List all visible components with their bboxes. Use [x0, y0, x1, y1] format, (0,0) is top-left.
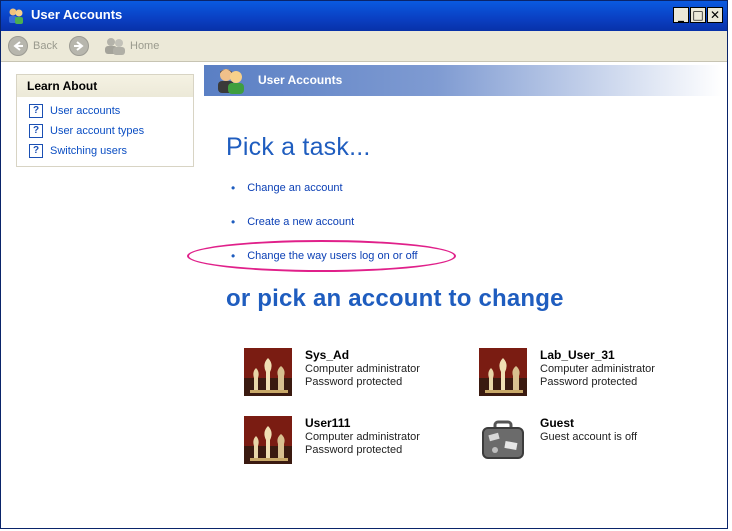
account-type: Computer administrator [305, 363, 420, 375]
back-button[interactable]: Back [8, 35, 57, 57]
back-label: Back [33, 40, 58, 52]
account-user111[interactable]: User111 Computer administrator Password … [244, 416, 420, 464]
learn-about-heading: Learn About [17, 75, 193, 97]
account-status: Guest account is off [540, 431, 638, 443]
help-question-icon: ? [29, 104, 43, 118]
learn-item-user-accounts[interactable]: ? User accounts [29, 104, 120, 118]
maximize-button[interactable]: □ [690, 7, 706, 23]
back-arrow-icon [8, 36, 28, 56]
header-banner: User Accounts [204, 65, 722, 96]
learn-about-panel: Learn About ? User accounts ? User accou… [16, 74, 194, 167]
user-accounts-icon [9, 8, 23, 24]
account-sys-ad[interactable]: Sys_Ad Computer administrator Password p… [244, 348, 420, 396]
bullet-icon: • [231, 215, 236, 229]
bullet-icon: • [231, 181, 236, 195]
user-accounts-banner-icon [218, 69, 244, 94]
home-label: Home [130, 40, 160, 52]
account-lab-user-31[interactable]: Lab_User_31 Computer administrator Passw… [479, 348, 655, 396]
task-label: Create a new account [247, 216, 355, 228]
user-accounts-window: User Accounts _ □ ✕ Back Home Learn Abou… [0, 0, 728, 529]
forward-arrow-icon [69, 36, 89, 56]
learn-item-label: User account types [50, 125, 145, 137]
content-area: Learn About ? User accounts ? User accou… [1, 62, 727, 528]
banner-title: User Accounts [258, 73, 343, 87]
account-name: Lab_User_31 [540, 348, 615, 362]
home-button[interactable]: Home [104, 35, 159, 57]
task-create-account[interactable]: • Create a new account [231, 215, 354, 229]
account-password-status: Password protected [540, 376, 638, 388]
account-name: Guest [540, 416, 575, 430]
navigation-toolbar: Back Home [1, 31, 727, 62]
learn-item-switching-users[interactable]: ? Switching users [29, 144, 127, 158]
account-guest[interactable]: Guest Guest account is off [479, 416, 637, 464]
pick-task-heading: Pick a task... [226, 133, 371, 161]
highlight-ellipse [187, 240, 456, 272]
close-button[interactable]: ✕ [707, 7, 723, 23]
title-bar[interactable]: User Accounts _ □ ✕ [1, 1, 727, 31]
learn-item-label: Switching users [50, 145, 128, 157]
right-edge [728, 0, 732, 531]
home-users-icon [105, 38, 125, 55]
minimize-button[interactable]: _ [673, 7, 689, 23]
account-name: User111 [305, 416, 351, 430]
forward-button[interactable] [69, 35, 94, 57]
suitcase-icon [482, 420, 524, 459]
pick-account-heading: or pick an account to change [226, 285, 564, 312]
help-question-icon: ? [29, 144, 43, 158]
chess-icon [244, 348, 292, 396]
learn-item-user-account-types[interactable]: ? User account types [29, 124, 144, 138]
chess-icon [244, 416, 292, 464]
learn-item-label: User accounts [50, 105, 121, 117]
task-change-account[interactable]: • Change an account [231, 181, 343, 195]
account-type: Computer administrator [305, 431, 420, 443]
task-label: Change an account [247, 182, 343, 194]
account-name: Sys_Ad [305, 348, 350, 362]
account-password-status: Password protected [305, 376, 403, 388]
chess-icon [479, 348, 527, 396]
window-title: User Accounts [31, 7, 123, 22]
help-question-icon: ? [29, 124, 43, 138]
account-type: Computer administrator [540, 363, 655, 375]
account-password-status: Password protected [305, 444, 403, 456]
